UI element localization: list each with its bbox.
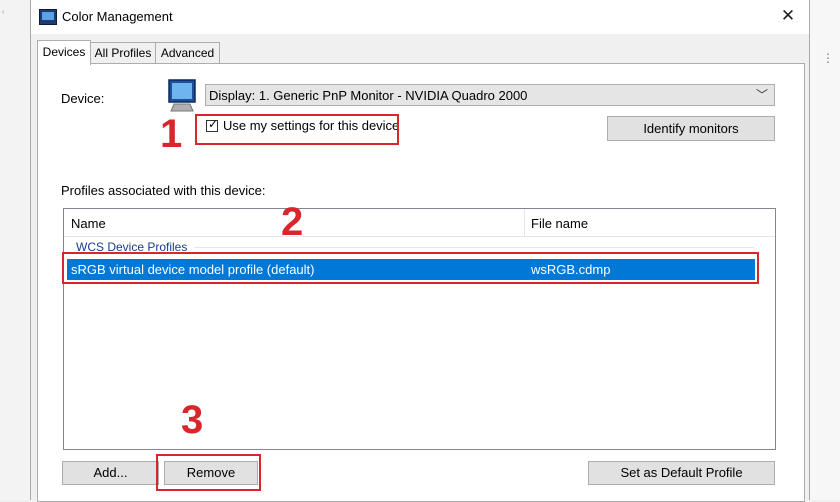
device-dropdown[interactable]: Display: 1. Generic PnP Monitor - NVIDIA… xyxy=(205,84,775,106)
tab-advanced[interactable]: Advanced xyxy=(155,42,220,63)
annotation-number-3: 3 xyxy=(181,398,204,442)
monitor-icon xyxy=(168,79,196,112)
annotation-box-2 xyxy=(62,252,759,284)
tab-all-profiles[interactable]: All Profiles xyxy=(90,42,156,63)
group-divider xyxy=(194,247,754,248)
background-window-right: ⋮ xyxy=(807,0,840,500)
set-default-profile-button[interactable]: Set as Default Profile xyxy=(588,461,775,485)
list-header: Name File name xyxy=(64,209,775,237)
profiles-section-label: Profiles associated with this device: xyxy=(61,183,266,198)
column-header-name[interactable]: Name xyxy=(71,216,106,231)
annotation-box-3 xyxy=(156,454,261,491)
column-separator xyxy=(524,209,525,236)
annotation-number-2: 2 xyxy=(281,200,304,244)
device-label: Device: xyxy=(61,91,105,106)
add-button[interactable]: Add... xyxy=(62,461,159,485)
annotation-number-1: 1 xyxy=(160,112,183,156)
background-fragment: ‹ xyxy=(2,9,5,16)
profiles-list[interactable]: Name File name WCS Device Profiles sRGB … xyxy=(63,208,776,450)
device-selected-value: Display: 1. Generic PnP Monitor - NVIDIA… xyxy=(209,88,528,103)
window-title: Color Management xyxy=(62,9,173,24)
chevron-down-icon: ﹀ xyxy=(755,88,768,102)
color-management-dialog: Color Management ✕ Devices All Profiles … xyxy=(30,0,810,502)
tab-devices[interactable]: Devices xyxy=(37,40,91,65)
close-icon[interactable]: ✕ xyxy=(773,4,803,28)
title-bar: Color Management ✕ xyxy=(31,0,809,34)
identify-monitors-button[interactable]: Identify monitors xyxy=(607,116,775,141)
background-window-left: ‹ xyxy=(0,0,31,500)
annotation-box-1 xyxy=(195,114,399,145)
more-options-icon: ⋮ xyxy=(822,51,834,65)
column-header-file-name[interactable]: File name xyxy=(531,216,588,231)
color-management-icon xyxy=(39,9,57,25)
